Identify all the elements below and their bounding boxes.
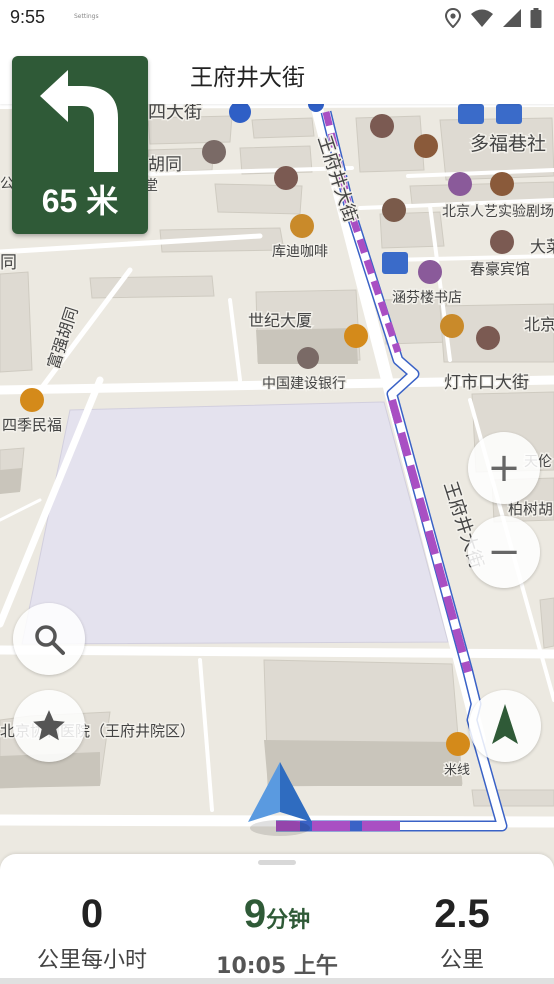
cafe-icon — [290, 214, 314, 238]
turn-distance: 65 米 — [41, 183, 119, 219]
arrival-time: 10:05 上午 — [216, 954, 338, 979]
bookstore-icon — [418, 260, 442, 284]
status-bar: 9:55 Settings — [0, 0, 554, 36]
star-icon — [33, 710, 65, 741]
favorites-button[interactable] — [13, 690, 85, 762]
speed-stat: 0 公里每小时 — [0, 892, 184, 974]
speed-value: 0 — [80, 892, 104, 936]
location-icon — [444, 8, 462, 28]
distance-value: 2.5 — [434, 892, 490, 936]
plus-icon: + — [487, 445, 521, 491]
office-icon — [202, 140, 226, 164]
hotel-icon-2 — [274, 166, 298, 190]
status-app-label: Settings — [74, 13, 99, 20]
restaurant-icon-3 — [446, 732, 470, 756]
bank-icon — [297, 347, 319, 369]
status-time: 9:55 — [10, 7, 46, 27]
hotel-icon-4 — [476, 326, 500, 350]
poi-siji: 四季民福 — [2, 416, 62, 434]
panel-drag-handle[interactable] — [258, 860, 296, 865]
wifi-icon — [471, 9, 493, 27]
zoom-out-button[interactable]: − — [468, 516, 540, 588]
turn-instruction-card[interactable]: 65 米 — [12, 56, 148, 234]
bus-stop-icon-3 — [382, 252, 408, 274]
poi-renyi: 北京人艺实验剧场 — [442, 204, 554, 220]
park-area — [21, 401, 449, 645]
minus-icon: − — [487, 529, 521, 575]
poi-baishu: 柏树胡 — [508, 500, 553, 518]
eta-stat: 9分钟 10:05 上午 — [185, 892, 369, 980]
cafe-icon-2 — [440, 314, 464, 338]
poi-mixian: 米线 — [444, 763, 470, 778]
church-icon — [382, 198, 406, 222]
current-street-name: 王府井大街 — [190, 65, 305, 91]
zoom-in-button[interactable]: + — [468, 432, 540, 504]
poi-shiji: 世纪大厦 — [248, 311, 312, 330]
bus-stop-icon — [458, 104, 484, 124]
poi-duofu: 多福巷社 — [470, 133, 546, 155]
signal-icon — [503, 9, 521, 27]
poi-dada: 大菜 — [530, 237, 554, 256]
compass-button[interactable] — [469, 690, 541, 762]
trip-info-panel[interactable]: 0 公里每小时 9分钟 10:05 上午 2.5 公里 — [0, 854, 554, 984]
speed-label: 公里每小时 — [36, 948, 147, 973]
road-label-hutong: 胡同 — [148, 155, 182, 175]
eta-duration: 9分钟 — [185, 892, 369, 942]
eta-unit: 分钟 — [266, 907, 311, 932]
compass-arrow-icon — [492, 704, 518, 744]
hotel-icon — [370, 114, 394, 138]
bus-stop-icon-2 — [496, 104, 522, 124]
road-label-xisi: 四大街 — [148, 104, 202, 123]
search-icon — [35, 625, 65, 655]
search-button[interactable] — [13, 603, 85, 675]
road-label-dengshikou: 灯市口大街 — [444, 373, 529, 393]
system-nav-bar — [0, 978, 554, 984]
turn-left-arrow-icon — [40, 70, 118, 172]
hotel-icon-3 — [490, 230, 514, 254]
road-label-tong: 同 — [0, 253, 17, 273]
restaurant-icon — [344, 324, 368, 348]
poi-kudi: 库迪咖啡 — [272, 244, 328, 260]
poi-ccb: 中国建设银行 — [262, 376, 346, 392]
theatre-masks-icon — [490, 172, 514, 196]
poi-hanfen: 涵芬楼书店 — [392, 290, 462, 306]
restaurant-icon-2 — [20, 388, 44, 412]
status-icons — [444, 8, 542, 28]
theatre-icon — [448, 172, 472, 196]
distance-label: 公里 — [439, 948, 484, 973]
eta-minutes: 9 — [243, 892, 267, 936]
battery-icon — [530, 8, 542, 28]
restroom-icon — [414, 134, 438, 158]
poi-chunhao: 春豪宾馆 — [470, 260, 530, 278]
poi-beijing-right: 北京 — [524, 315, 554, 334]
distance-stat: 2.5 公里 — [370, 892, 554, 974]
